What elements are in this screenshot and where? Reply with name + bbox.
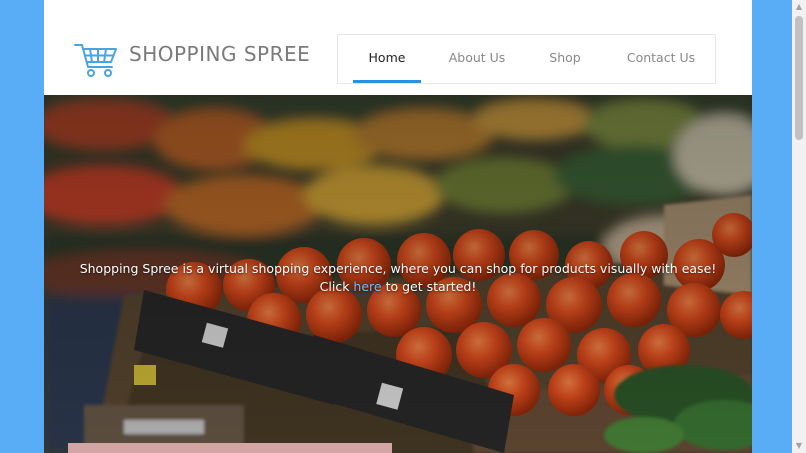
nav-item-about-us[interactable]: About Us [441, 35, 513, 83]
scroll-thumb[interactable] [795, 16, 803, 140]
hero-banner: Shopping Spree is a virtual shopping exp… [44, 95, 752, 453]
hero-line-2-prefix: Click [319, 279, 354, 294]
nav-item-shop[interactable]: Shop [535, 35, 595, 83]
hero-line-2-suffix: to get started! [381, 279, 477, 294]
shopping-cart-icon[interactable] [74, 40, 118, 78]
site-header: SHOPPING SPREE Home About Us Shop Contac… [44, 0, 752, 95]
page-container: SHOPPING SPREE Home About Us Shop Contac… [44, 0, 752, 453]
scroll-down-icon[interactable]: ▼ [792, 439, 806, 453]
hero-tagline: Shopping Spree is a virtual shopping exp… [44, 260, 752, 296]
hero-line-1: Shopping Spree is a virtual shopping exp… [79, 261, 717, 276]
main-nav: Home About Us Shop Contact Us [337, 34, 716, 84]
nav-item-home[interactable]: Home [353, 35, 421, 83]
pink-content-block [68, 443, 392, 453]
vertical-scrollbar[interactable]: ▲ ▼ [792, 0, 806, 453]
hero-line-2: Click here to get started! [44, 278, 752, 296]
nav-item-contact-us[interactable]: Contact Us [618, 35, 704, 83]
scroll-up-icon[interactable]: ▲ [792, 0, 806, 14]
get-started-link[interactable]: here [353, 279, 381, 294]
site-brand[interactable]: SHOPPING SPREE [129, 42, 310, 66]
